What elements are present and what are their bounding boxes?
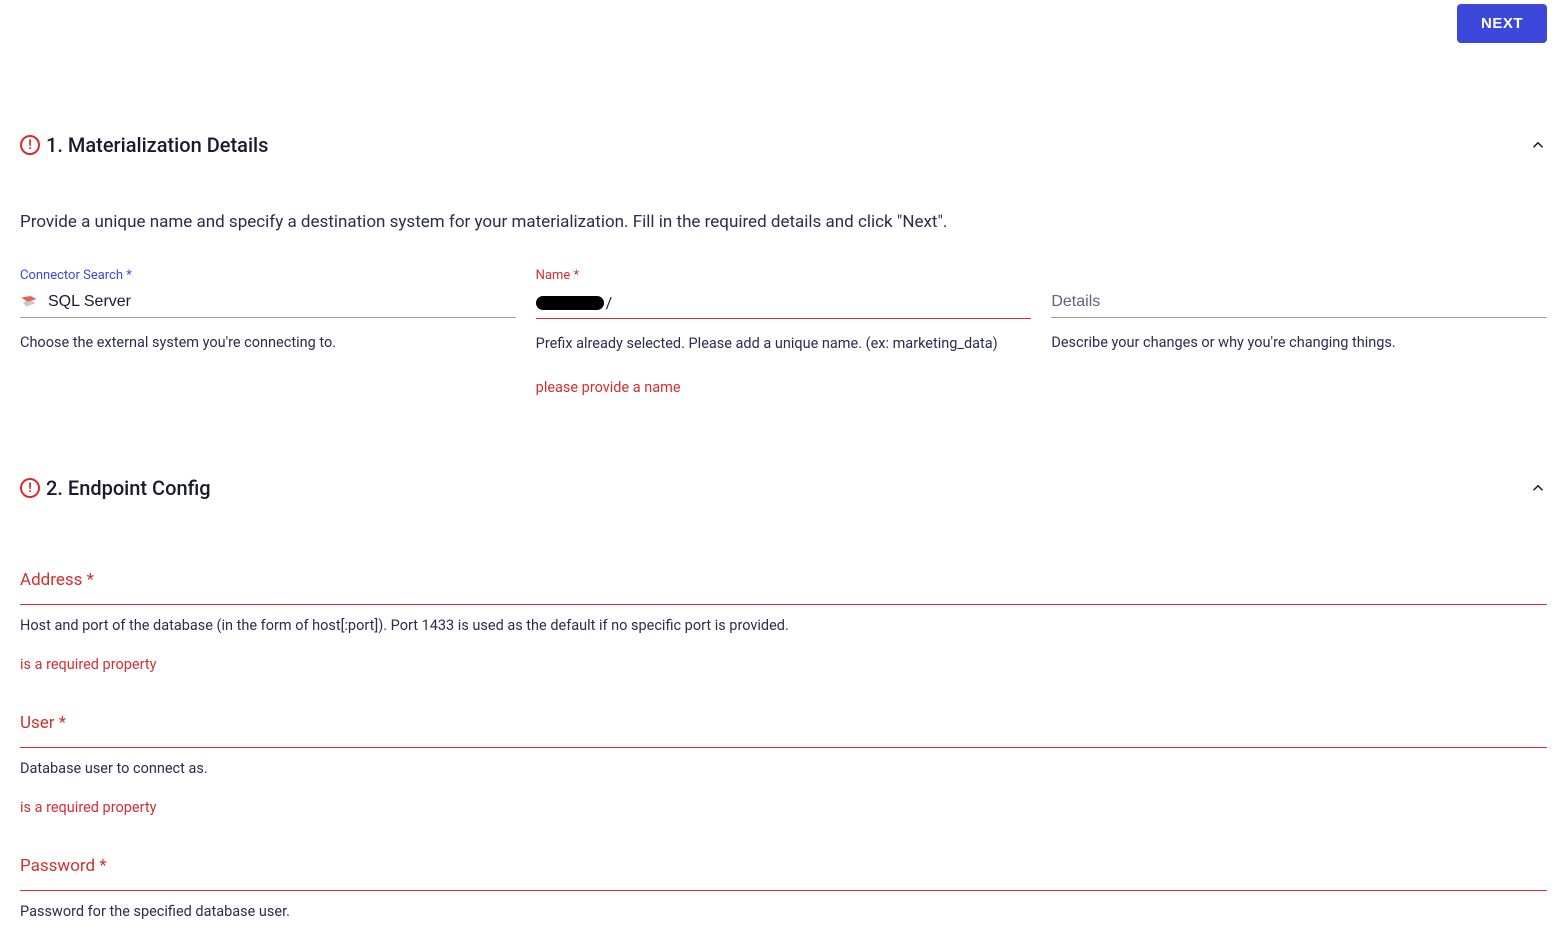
- name-prefix-chip: [536, 296, 604, 310]
- user-field: User * Database user to connect as. is a…: [20, 713, 1547, 816]
- chevron-up-icon: [1529, 136, 1547, 154]
- connector-search-label: Connector Search *: [20, 268, 516, 283]
- endpoint-config-section: ! 2. Endpoint Config Address * Host and …: [20, 476, 1547, 920]
- password-helper: Password for the specified database user…: [20, 903, 1547, 920]
- name-helper: Prefix already selected. Please add a un…: [536, 333, 1032, 355]
- materialization-details-section: ! 1. Materialization Details Provide a u…: [20, 133, 1547, 396]
- name-input[interactable]: [616, 294, 1031, 312]
- name-input-wrap[interactable]: /: [536, 293, 1032, 319]
- details-helper: Describe your changes or why you're chan…: [1051, 332, 1547, 354]
- name-prefix-slash: /: [606, 293, 613, 312]
- section-2-title: 2. Endpoint Config: [46, 476, 211, 500]
- name-label: Name *: [536, 268, 1032, 283]
- address-label[interactable]: Address *: [20, 570, 1547, 605]
- password-field: Password * Password for the specified da…: [20, 856, 1547, 920]
- address-field: Address * Host and port of the database …: [20, 570, 1547, 673]
- chevron-up-icon: [1529, 479, 1547, 497]
- password-label[interactable]: Password *: [20, 856, 1547, 891]
- user-helper: Database user to connect as.: [20, 760, 1547, 777]
- connector-search-field: Connector Search * Choose the external s…: [20, 268, 516, 396]
- details-field: . Describe your changes or why you're ch…: [1051, 268, 1547, 396]
- address-helper: Host and port of the database (in the fo…: [20, 617, 1547, 634]
- connector-search-input-wrap[interactable]: [20, 293, 516, 318]
- user-error: is a required property: [20, 799, 1547, 816]
- next-button[interactable]: NEXT: [1457, 4, 1547, 43]
- details-input[interactable]: [1051, 293, 1547, 311]
- alert-icon: !: [20, 478, 40, 498]
- section-1-header[interactable]: ! 1. Materialization Details: [20, 133, 1547, 157]
- address-error: is a required property: [20, 656, 1547, 673]
- connector-search-input[interactable]: [48, 293, 516, 311]
- section-2-header[interactable]: ! 2. Endpoint Config: [20, 476, 1547, 500]
- details-input-wrap[interactable]: [1051, 293, 1547, 318]
- user-label[interactable]: User *: [20, 713, 1547, 748]
- sql-server-icon: [20, 294, 38, 310]
- connector-search-helper: Choose the external system you're connec…: [20, 332, 516, 354]
- section-1-title: 1. Materialization Details: [46, 133, 268, 157]
- name-field: Name * / Prefix already selected. Please…: [536, 268, 1032, 396]
- alert-icon: !: [20, 135, 40, 155]
- name-error: please provide a name: [536, 379, 1032, 396]
- section-1-description: Provide a unique name and specify a dest…: [20, 212, 1547, 232]
